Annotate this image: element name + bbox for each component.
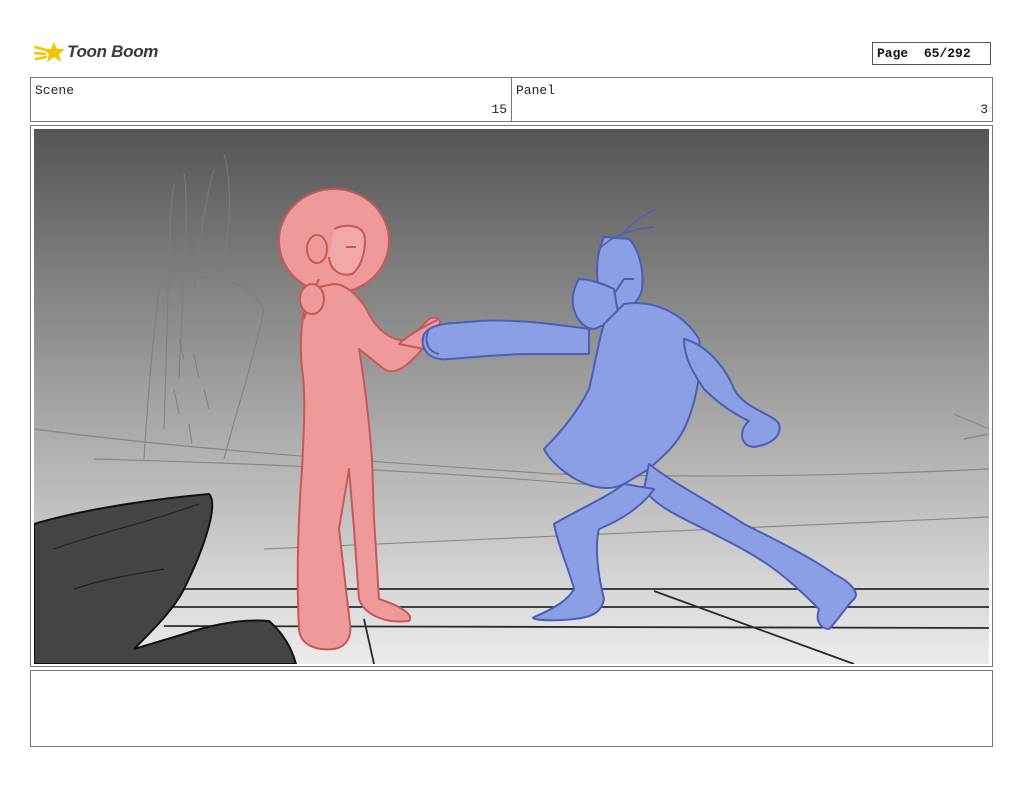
panel-cell: Panel 3	[512, 78, 992, 121]
scene-cell: Scene 15	[31, 78, 512, 121]
toon-boom-logo: Toon Boom	[32, 38, 164, 68]
page-value: 65/292	[923, 46, 971, 61]
scene-label: Scene	[35, 83, 75, 98]
page-counter: Page 65/292	[872, 42, 991, 65]
storyboard-panel-image	[34, 129, 989, 664]
scene-number: 15	[491, 102, 507, 117]
panel-number: 3	[980, 102, 988, 117]
panel-label: Panel	[516, 83, 556, 98]
panel-notes-box	[30, 670, 993, 747]
logo-text: Toon Boom	[67, 42, 159, 61]
toon-boom-star-icon	[32, 42, 65, 62]
scene-panel-header: Scene 15 Panel 3	[30, 77, 993, 122]
page-label: Page	[877, 46, 909, 61]
